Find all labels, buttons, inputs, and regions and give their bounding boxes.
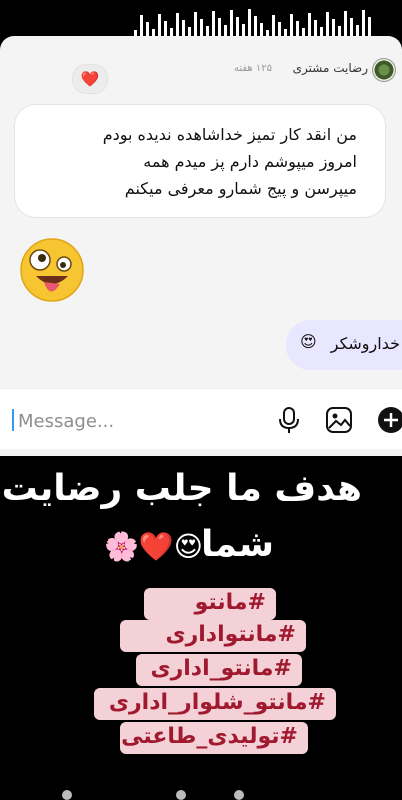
waveform-bar bbox=[296, 21, 299, 36]
waveform-bar bbox=[194, 12, 197, 36]
share-icon[interactable] bbox=[176, 790, 186, 800]
waveform-bar bbox=[344, 11, 347, 36]
waveform-bar bbox=[158, 14, 161, 36]
headline-line-2: شما 😍❤️🌸 bbox=[90, 520, 288, 576]
waveform-bar bbox=[308, 13, 311, 36]
emoji-icon[interactable] bbox=[62, 790, 72, 800]
hashtag-text: #تولیدی_طاعتی bbox=[121, 724, 298, 749]
waveform-bar bbox=[176, 13, 179, 36]
gallery-icon[interactable] bbox=[324, 405, 354, 435]
waveform-bar bbox=[140, 15, 143, 36]
heart-reaction[interactable]: ❤️ bbox=[72, 64, 108, 94]
message-line: میپرسن و پیج شمارو معرفی میکنم bbox=[124, 179, 357, 198]
waveform-bar bbox=[290, 14, 293, 36]
story-frame: رضایت مشتری ۱۲۵ هفته ❤️ من انقد کار تمیز… bbox=[0, 0, 402, 800]
username[interactable]: رضایت مشتری bbox=[293, 61, 368, 75]
waveform-bar bbox=[314, 20, 317, 36]
waveform-bar bbox=[236, 17, 239, 36]
waveform-bar bbox=[302, 28, 305, 36]
waveform-bar bbox=[368, 17, 371, 36]
waveform-bar bbox=[356, 25, 359, 36]
hashtag-text: #مانتواداری bbox=[165, 622, 296, 647]
message-input[interactable] bbox=[16, 403, 260, 439]
waveform-bar bbox=[152, 29, 155, 36]
waveform-bar bbox=[284, 29, 287, 36]
waveform-bar bbox=[188, 27, 191, 36]
outgoing-text: خداروشکر bbox=[330, 334, 400, 353]
outgoing-message[interactable]: خداروشکر 😍 bbox=[286, 320, 402, 370]
message-text: من انقد کار تمیز خداشاهده ندیده بودم امر… bbox=[103, 121, 357, 202]
waveform-bar bbox=[218, 18, 221, 36]
story-reply-bar bbox=[0, 780, 402, 800]
waveform-bar bbox=[260, 23, 263, 36]
plus-icon[interactable] bbox=[376, 405, 402, 435]
waveform-bar bbox=[338, 26, 341, 36]
waveform-bar bbox=[248, 9, 251, 36]
hashtag-item[interactable]: #مانتو bbox=[144, 588, 276, 620]
waveform-bar bbox=[242, 24, 245, 36]
hashtag-item[interactable]: #مانتو_اداری bbox=[136, 654, 302, 686]
hashtag-item[interactable]: #مانتو_شلوار_اداری bbox=[94, 688, 336, 720]
hashtag-item[interactable]: #مانتواداری bbox=[120, 620, 306, 652]
timestamp: ۱۲۵ هفته bbox=[233, 63, 272, 74]
hashtag-text: #مانتو bbox=[194, 590, 266, 615]
text-cursor bbox=[12, 409, 14, 431]
message-composer bbox=[0, 388, 402, 449]
dm-screenshot: رضایت مشتری ۱۲۵ هفته ❤️ من انقد کار تمیز… bbox=[0, 36, 402, 456]
headline-text-1: هدف ما جلب رضایت bbox=[1, 468, 362, 509]
incoming-message[interactable]: من انقد کار تمیز خداشاهده ندیده بودم امر… bbox=[14, 104, 386, 218]
message-line: من انقد کار تمیز خداشاهده ندیده بودم bbox=[102, 125, 357, 144]
waveform-bar bbox=[254, 16, 257, 36]
waveform-bar bbox=[332, 19, 335, 36]
waveform-bar bbox=[326, 12, 329, 36]
waveform-bar bbox=[164, 21, 167, 36]
waveform-bar bbox=[230, 10, 233, 36]
avatar[interactable] bbox=[372, 58, 396, 82]
waveform-bar bbox=[146, 22, 149, 36]
headline-line-1: هدف ما جلب رضایت bbox=[2, 464, 386, 520]
waveform-bar bbox=[272, 15, 275, 36]
waveform-bar bbox=[200, 19, 203, 36]
sticker-icon[interactable] bbox=[234, 790, 244, 800]
waveform-bar bbox=[362, 10, 365, 36]
chat-header: رضایت مشتری ۱۲۵ هفته bbox=[0, 36, 402, 82]
hashtag-text: #مانتو_شلوار_اداری bbox=[108, 690, 326, 715]
message-line: امروز میپوشم دارم پز میدم همه bbox=[143, 152, 357, 171]
waveform-bar bbox=[278, 22, 281, 36]
waveform-bar bbox=[224, 25, 227, 36]
waveform-bar bbox=[320, 27, 323, 36]
headline-text-2: شما bbox=[200, 524, 274, 565]
waveform-bar bbox=[350, 18, 353, 36]
zany-face-emoji-icon[interactable] bbox=[18, 236, 86, 304]
waveform-bar bbox=[170, 28, 173, 36]
heart-icon: ❤️ bbox=[80, 70, 100, 88]
waveform-bar bbox=[212, 11, 215, 36]
waveform-bar bbox=[182, 20, 185, 36]
hashtag-item[interactable]: #تولیدی_طاعتی bbox=[120, 722, 308, 754]
waveform-bar bbox=[206, 26, 209, 36]
headline-emojis-icon: 😍❤️🌸 bbox=[104, 530, 203, 563]
microphone-icon[interactable] bbox=[274, 405, 304, 435]
heart-eyes-emoji-icon: 😍 bbox=[300, 332, 317, 351]
hashtag-text: #مانتو_اداری bbox=[150, 656, 292, 681]
